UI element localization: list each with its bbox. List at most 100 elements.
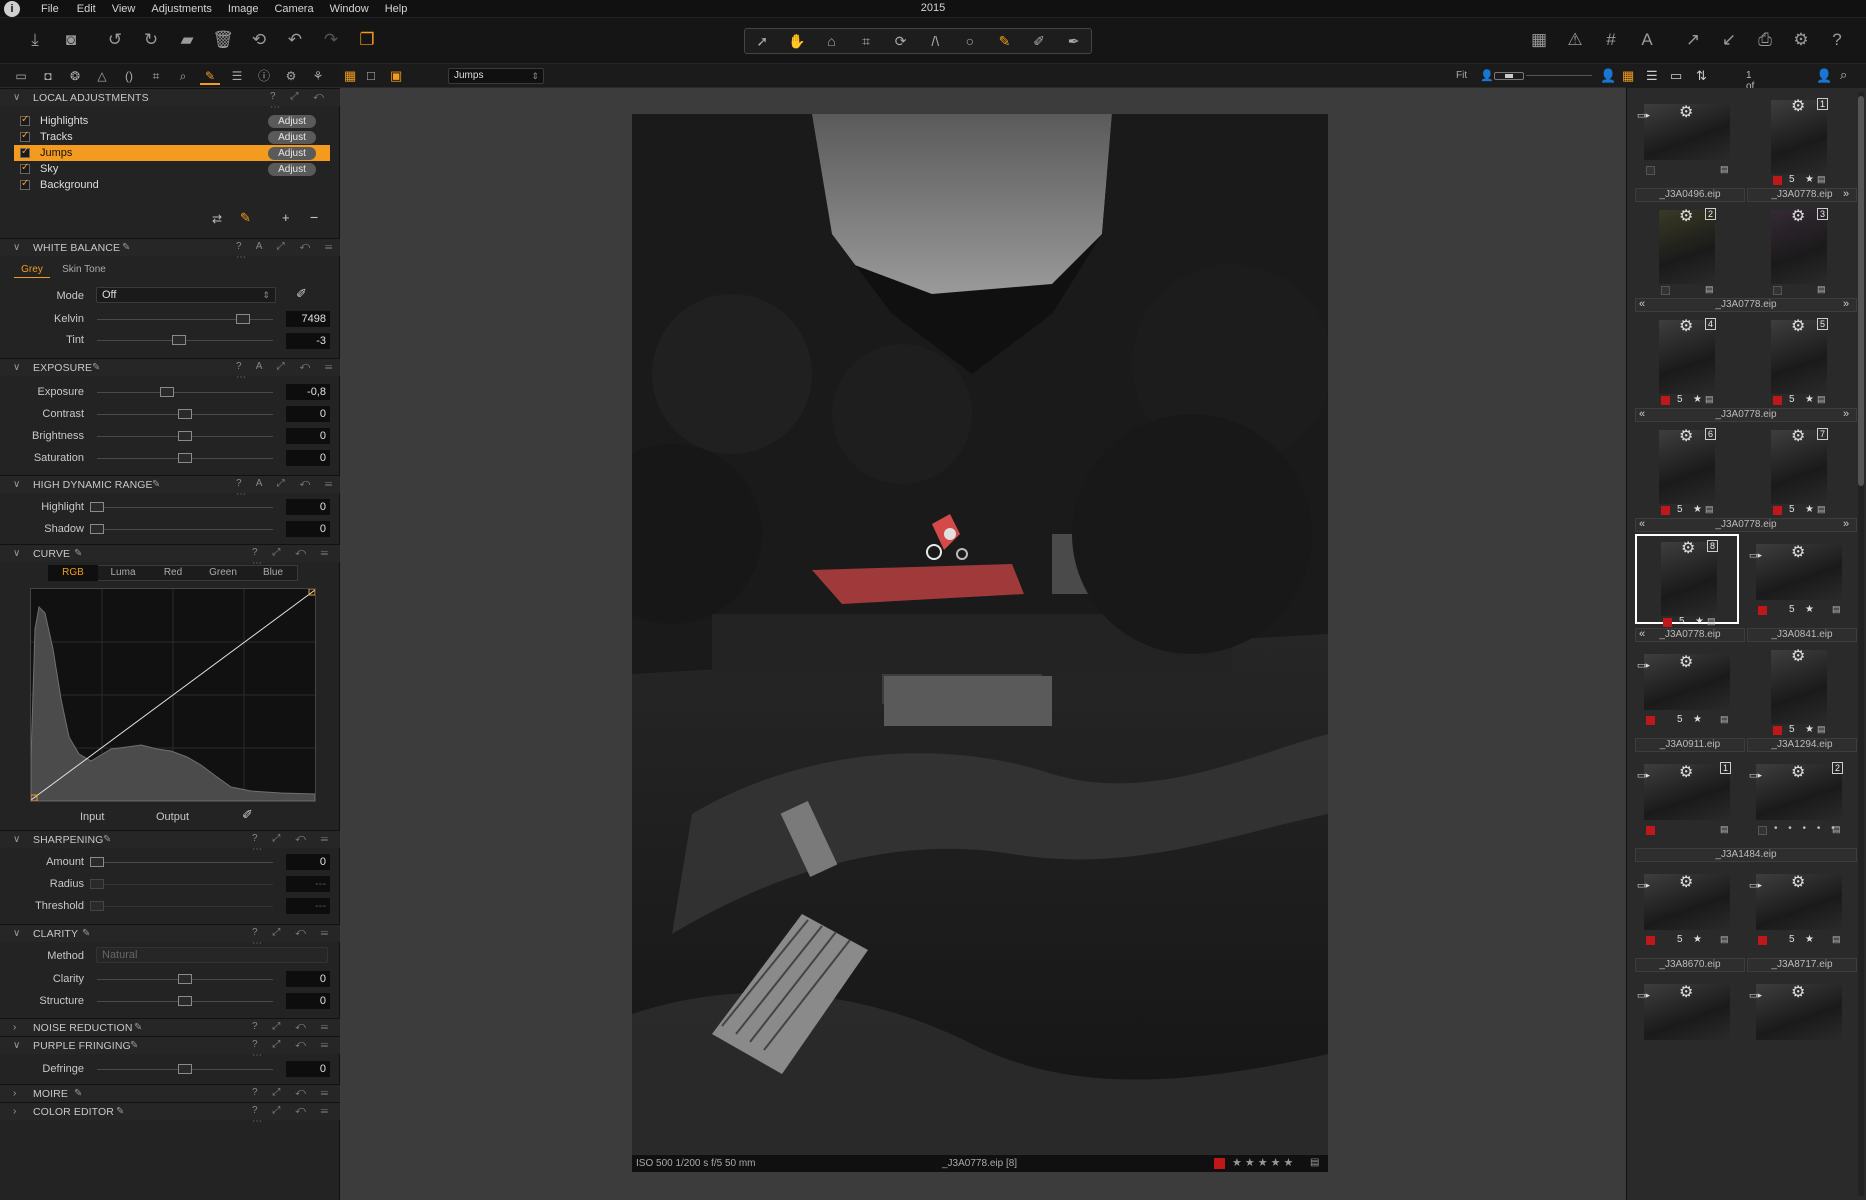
thumbnail[interactable]: ⚙ ▭▸ 5 ★ ▤ xyxy=(1747,534,1851,624)
color-tag[interactable] xyxy=(1758,826,1767,835)
menu-image[interactable]: Image xyxy=(228,3,259,15)
lens-tab-icon[interactable]: () xyxy=(119,67,139,85)
menu-help[interactable]: Help xyxy=(385,3,408,15)
adjust-button[interactable]: Adjust xyxy=(268,147,316,160)
exposure-value[interactable]: -0,8 xyxy=(286,384,330,400)
variants-icon[interactable]: ❐ xyxy=(354,28,380,52)
stack-expand-right-icon[interactable]: » xyxy=(1843,408,1849,420)
browser-scrollbar-thumb[interactable] xyxy=(1858,96,1864,486)
variant-options-icon[interactable]: ▤ xyxy=(1720,714,1729,725)
variant-options-icon[interactable]: ▤ xyxy=(1817,504,1826,515)
layer-row-background[interactable]: Background xyxy=(14,177,330,193)
thumbnail[interactable]: ⚙ 4 5 ★ ▤ xyxy=(1635,314,1739,405)
layer-checkbox[interactable] xyxy=(20,162,30,174)
warning-icon[interactable]: ⚠ xyxy=(1562,28,1588,52)
local-adjustments-header[interactable]: ∨ LOCAL ADJUSTMENTS ? ⤢ ↶ ⋯ xyxy=(0,88,340,113)
layer-checkbox[interactable] xyxy=(20,178,30,190)
brightness-slider-thumb[interactable] xyxy=(178,431,192,441)
layer-row-sky[interactable]: Sky Adjust xyxy=(14,161,330,177)
undo-icon[interactable]: ↶ xyxy=(282,28,308,52)
threshold-slider-thumb[interactable] xyxy=(90,901,104,911)
color-tag[interactable] xyxy=(1661,286,1670,295)
grid-overlay-icon[interactable]: # xyxy=(1598,28,1624,52)
highlight-slider[interactable] xyxy=(97,507,273,508)
thumbnail[interactable]: ⚙ 2 ▤ xyxy=(1635,204,1739,295)
tab-red[interactable]: Red xyxy=(148,565,198,581)
grid-icon[interactable]: ▦ xyxy=(1526,28,1552,52)
app-icon[interactable]: i xyxy=(4,0,20,17)
output-tab-icon[interactable]: ⓘ xyxy=(254,67,274,85)
kelvin-slider-thumb[interactable] xyxy=(236,314,250,324)
export-icon[interactable]: ↗ xyxy=(1680,28,1706,52)
radius-slider-thumb[interactable] xyxy=(90,879,104,889)
text-annotation-icon[interactable]: A xyxy=(1634,28,1660,52)
local-adjustments-tab-icon[interactable]: ✎ xyxy=(200,67,220,85)
hdr-header[interactable]: ∨ HIGH DYNAMIC RANGE ✎ ? A ⤢ ↶ ☰ ⋯ xyxy=(0,475,340,500)
variant-options-icon[interactable]: ▤ xyxy=(1817,284,1826,295)
select-cursor-icon[interactable]: ➚ xyxy=(747,33,777,50)
radius-slider[interactable] xyxy=(97,884,273,885)
rotate-left-icon[interactable]: ↺ xyxy=(102,28,128,52)
color-tag[interactable] xyxy=(1773,176,1782,185)
camera-icon[interactable]: ◙ xyxy=(58,28,84,52)
add-layer-icon[interactable]: + xyxy=(282,210,290,225)
stack-collapse-left-icon[interactable]: « xyxy=(1639,628,1645,640)
thumbnail[interactable]: ⚙ ▭▸ xyxy=(1747,974,1851,1040)
variant-options-icon[interactable]: ▤ xyxy=(1832,934,1841,945)
curve-graph[interactable] xyxy=(30,588,316,802)
filmstrip-view-icon[interactable]: ▭ xyxy=(1670,68,1682,84)
moire-header[interactable]: › MOIRE ✎ ? ⤢ ↶ ☰ ⋯ xyxy=(0,1084,340,1109)
settings-icon[interactable]: ⚙ xyxy=(1788,28,1814,52)
remove-layer-icon[interactable]: − xyxy=(310,209,318,225)
image-viewer[interactable]: ISO 500 1/200 s f/5 50 mm _J3A0778.eip [… xyxy=(340,88,1626,1200)
menu-file[interactable]: File xyxy=(41,3,59,15)
batch-tab-icon[interactable]: ⚙ xyxy=(281,67,301,85)
structure-value[interactable]: 0 xyxy=(286,993,330,1009)
tab-luma[interactable]: Luma xyxy=(98,565,148,581)
sharpening-header[interactable]: ∨ SHARPENING ✎ ? ⤢ ↶ ☰ ⋯ xyxy=(0,830,340,855)
keystone-icon[interactable]: /\ xyxy=(920,33,950,49)
clarity-slider-thumb[interactable] xyxy=(178,974,192,984)
styles-tab-icon[interactable]: ⚘ xyxy=(308,67,328,85)
layer-checkbox[interactable] xyxy=(20,146,30,158)
variant-options-icon[interactable]: ▤ xyxy=(1817,174,1826,185)
crop-icon[interactable]: ⌗ xyxy=(851,33,881,50)
menu-camera[interactable]: Camera xyxy=(274,3,313,15)
adjust-button[interactable]: Adjust xyxy=(268,163,316,176)
section-actions-icon[interactable]: ? A ⤢ ↶ ☰ ⋯ xyxy=(236,361,340,383)
adjust-button[interactable]: Adjust xyxy=(268,115,316,128)
picker-icon[interactable]: ✐ xyxy=(1024,33,1054,50)
method-select[interactable]: Natural xyxy=(96,947,328,963)
menu-adjustments[interactable]: Adjustments xyxy=(151,3,212,15)
star-rating-icon[interactable]: ★★★★★ xyxy=(1232,1156,1296,1169)
contrast-value[interactable]: 0 xyxy=(286,406,330,422)
variant-options-icon[interactable]: ▤ xyxy=(1705,394,1714,405)
mode-select[interactable]: Off ⇕ xyxy=(96,287,276,303)
variant-options-icon[interactable]: ▤ xyxy=(1832,824,1841,835)
variant-options-icon[interactable]: ▤ xyxy=(1817,394,1826,405)
clarity-value[interactable]: 0 xyxy=(286,971,330,987)
section-actions-icon[interactable]: ? ⤢ ↶ ☰ ⋯ xyxy=(252,1039,340,1061)
brush-icon[interactable]: ✎ xyxy=(989,33,1019,50)
stack-collapse-left-icon[interactable]: « xyxy=(1639,408,1645,420)
color-tag[interactable] xyxy=(1214,1158,1225,1169)
loupe-icon[interactable]: ⌂ xyxy=(816,33,846,49)
thumbnail[interactable]: ⚙ ▭▸ 5 ★ ▤ xyxy=(1747,864,1851,954)
variant-options-icon[interactable]: ▤ xyxy=(1705,504,1714,515)
list-view-icon[interactable]: ☰ xyxy=(1646,68,1658,84)
variant-options-icon[interactable]: ▤ xyxy=(1817,724,1826,735)
shadow-slider-thumb[interactable] xyxy=(90,524,104,534)
adjust-button[interactable]: Adjust xyxy=(268,131,316,144)
grid-view-icon[interactable]: ▦ xyxy=(1622,68,1634,84)
saturation-slider-thumb[interactable] xyxy=(178,453,192,463)
curve-header[interactable]: ∨ CURVE ✎ ? ⤢ ↶ ☰ ⋯ xyxy=(0,544,340,569)
move-to-folder-icon[interactable]: ▰ xyxy=(174,28,200,52)
section-actions-icon[interactable]: ? A ⤢ ↶ ☰ ⋯ xyxy=(236,478,340,500)
thumbnail[interactable]: ⚙ 5 ★ ▤ xyxy=(1747,644,1851,735)
variant-options-icon[interactable]: ▤ xyxy=(1707,616,1716,627)
threshold-value[interactable]: --- xyxy=(286,898,330,914)
layer-row-jumps[interactable]: Jumps Adjust xyxy=(14,145,330,161)
thumbnail[interactable]: ⚙ 8 5 ★ ▤ xyxy=(1635,534,1739,627)
variant-options-icon[interactable]: ▤ xyxy=(1720,824,1729,835)
structure-slider-thumb[interactable] xyxy=(178,996,192,1006)
